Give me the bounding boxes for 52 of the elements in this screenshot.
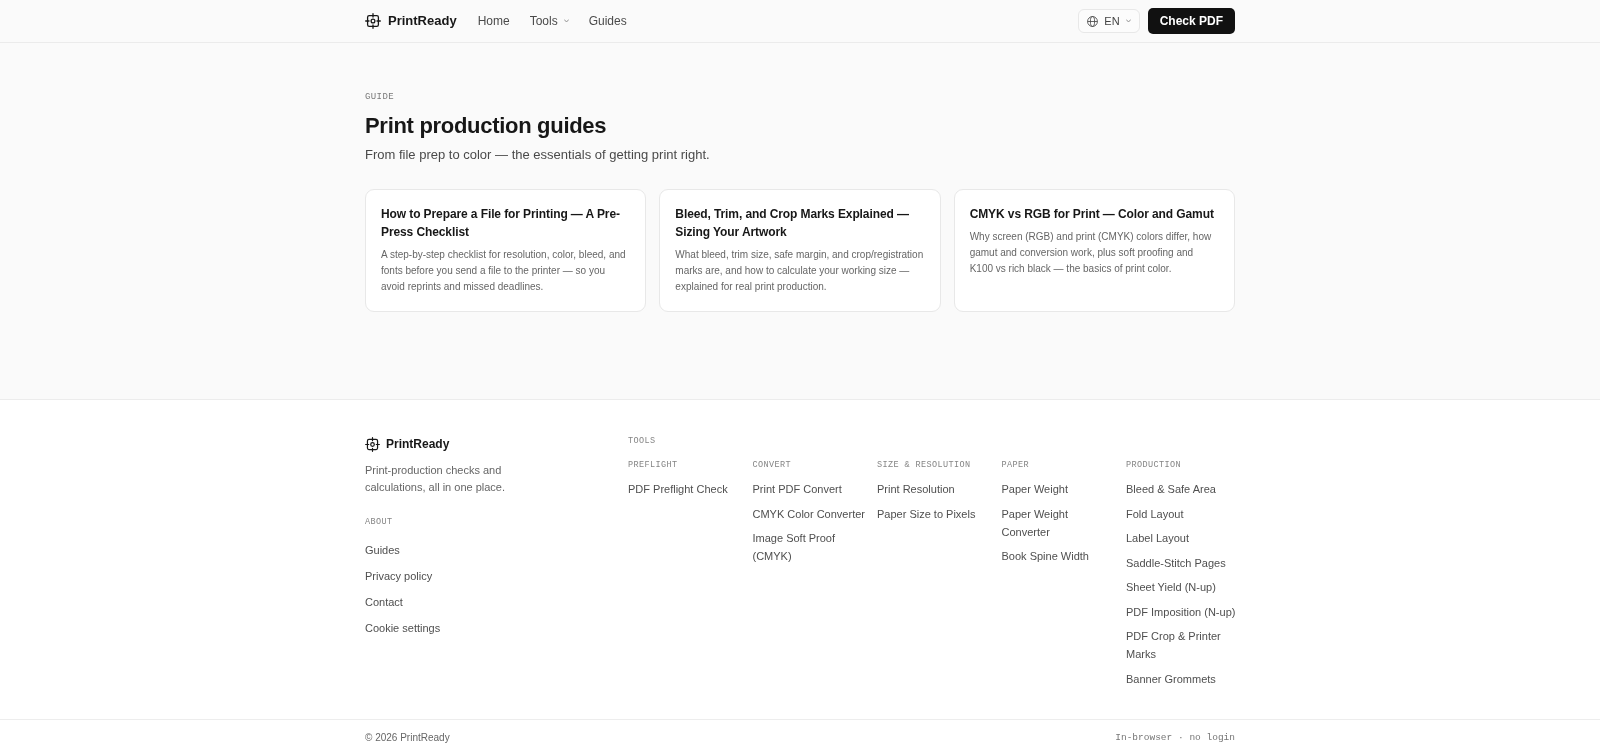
- footer-link[interactable]: Fold Layout: [1126, 504, 1184, 523]
- footer-link[interactable]: Label Layout: [1126, 529, 1189, 547]
- guide-card[interactable]: CMYK vs RGB for Print — Color and Gamut Why screen (RGB) and print (CMYK) colors differ, how gamut and conversion work, plus soft proofing and K100 vs rich black — the basics of print color.: [953, 189, 1235, 312]
- card-title: How to Prepare a File for Printing — A Pre-Press Checklist: [381, 206, 621, 241]
- section-label: GUIDE: [365, 91, 395, 103]
- page-title: Print production guides: [365, 112, 608, 140]
- footer-link[interactable]: Print Resolution: [877, 480, 955, 498]
- footer-heading: TOOLS: [628, 435, 657, 447]
- column-heading: PRODUCTION: [1126, 459, 1182, 471]
- footer-link[interactable]: PDF Crop & Printer Marks: [1126, 627, 1242, 663]
- nav-link[interactable]: Home: [477, 13, 510, 29]
- globe-icon: [1087, 15, 1099, 27]
- crosshair-icon: [365, 13, 381, 29]
- column-heading: SIZE & RESOLUTION: [877, 459, 972, 471]
- footer-link[interactable]: Print PDF Convert: [752, 480, 842, 498]
- footer-link[interactable]: Paper Weight: [1001, 480, 1068, 498]
- caret-icon: [1125, 19, 1131, 23]
- logo-link[interactable]: PrintReady: [365, 435, 628, 453]
- footer-link[interactable]: PDF Imposition (N-up): [1126, 602, 1236, 621]
- nav-link[interactable]: Guides: [588, 13, 627, 29]
- footer-link[interactable]: PDF Preflight Check: [628, 480, 728, 498]
- footer-link[interactable]: Saddle-Stitch Pages: [1126, 553, 1226, 572]
- footer-link[interactable]: Bleed & Safe Area: [1126, 480, 1216, 498]
- logo-link[interactable]: PrintReady: [365, 12, 457, 30]
- footer-link[interactable]: Guides: [365, 541, 400, 559]
- card-description: Why screen (RGB) and print (CMYK) colors differ, how gamut and conversion work, plus soft proofing and K100 vs rich black — the basics of print color.: [969, 230, 1213, 276]
- page-subtitle: From file prep to color — the essentials of getting print right.: [365, 146, 711, 164]
- nav-link[interactable]: Tools: [529, 13, 569, 29]
- card-description: What bleed, trim size, safe margin, and crop/registration marks are, and how to calculate your working size — explained for real print production.: [675, 248, 925, 294]
- footer-link[interactable]: Sheet Yield (N-up): [1126, 578, 1216, 596]
- column-heading: CONVERT: [752, 459, 792, 471]
- footer-heading: ABOUT: [365, 516, 394, 528]
- footer-link[interactable]: Privacy policy: [365, 567, 433, 585]
- footer-link[interactable]: Banner Grommets: [1126, 669, 1216, 688]
- footer-link[interactable]: Contact: [365, 593, 403, 611]
- check-pdf-button[interactable]: Check PDF: [1147, 8, 1235, 34]
- language-selector[interactable]: EN: [1078, 9, 1140, 33]
- footer-link[interactable]: Paper Size to Pixels: [877, 504, 976, 523]
- column-heading: PAPER: [1001, 459, 1030, 471]
- copyright-text: © 2026 PrintReady: [365, 730, 450, 745]
- footer-link[interactable]: Book Spine Width: [1001, 547, 1089, 565]
- column-heading: PREFLIGHT: [628, 459, 679, 471]
- footer-note: In-browser · no login: [1115, 730, 1235, 745]
- footer-link[interactable]: Cookie settings: [365, 619, 441, 637]
- card-description: A step-by-step checklist for resolution, color, bleed, and fonts before you send a file to the printer — so you avoid reprints and missed deadlines.: [381, 248, 627, 294]
- card-title: Bleed, Trim, and Crop Marks Explained — Sizing Your Artwork: [675, 206, 910, 241]
- footer-link[interactable]: Image Soft Proof (CMYK): [752, 529, 869, 565]
- card-title: CMYK vs RGB for Print — Color and Gamut: [969, 206, 1215, 223]
- crosshair-icon: [365, 436, 380, 452]
- footer-link[interactable]: CMYK Color Converter: [752, 504, 865, 523]
- footer-link[interactable]: Paper Weight Converter: [1001, 504, 1118, 541]
- footer-tagline: Print-production checks and calculations, all in one place.: [365, 463, 507, 495]
